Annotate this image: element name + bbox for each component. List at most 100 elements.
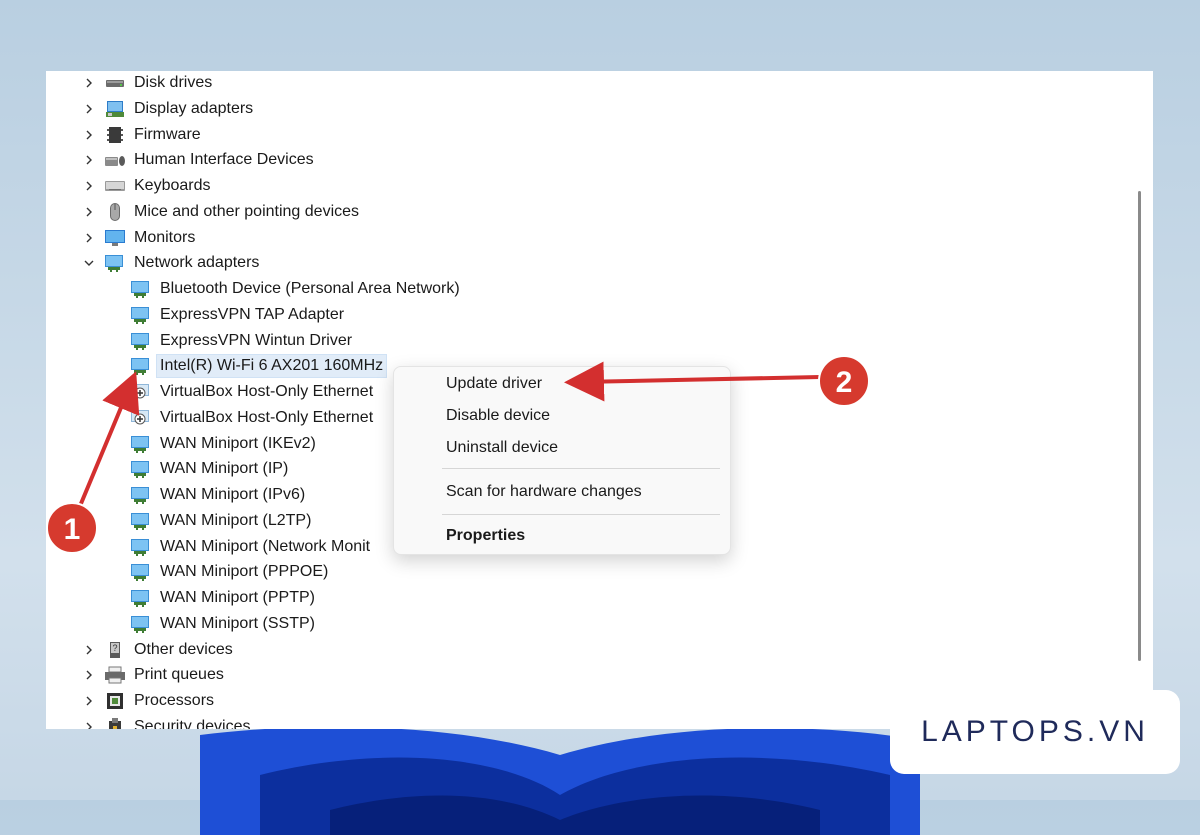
mouse-icon — [104, 202, 126, 222]
chevron-right-icon[interactable] — [82, 128, 96, 142]
network-adapter-icon — [130, 485, 152, 505]
tree-item-label: Intel(R) Wi-Fi 6 AX201 160MHz — [155, 354, 388, 379]
tree-item-label: Processors — [134, 692, 215, 709]
virtualbox-adapter-icon — [130, 382, 152, 402]
menu-item-disable-device[interactable]: Disable device — [446, 407, 550, 425]
tree-device-wan-miniport-ikev2[interactable]: WAN Miniport (IKEv2) — [46, 431, 319, 457]
tree-item-label: WAN Miniport (IP) — [160, 460, 289, 478]
tree-item-label: ExpressVPN Wintun Driver — [160, 331, 353, 349]
network-adapter-icon — [130, 562, 152, 582]
tree-category-monitors[interactable]: Monitors — [46, 225, 198, 251]
monitor-icon — [104, 228, 126, 248]
chevron-right-icon[interactable] — [82, 205, 96, 219]
context-menu: Update driver Disable device Uninstall d… — [393, 366, 731, 555]
tree-item-label: Network adapters — [134, 254, 260, 272]
other-devices-icon: ? — [104, 640, 126, 660]
chevron-right-icon[interactable] — [82, 231, 96, 245]
chevron-right-icon[interactable] — [82, 76, 96, 90]
tree-category-keyboards[interactable]: Keyboards — [46, 173, 214, 199]
tree-item-label: Print queues — [134, 666, 224, 684]
chevron-right-icon[interactable] — [82, 153, 96, 167]
tree-item-label: Display adapters — [134, 99, 254, 117]
svg-text:?: ? — [112, 643, 117, 653]
network-adapter-icon — [130, 588, 152, 608]
tree-category-processors[interactable]: Processors — [46, 688, 217, 714]
tree-item-label: VirtualBox Host-Only Ethernet — [160, 383, 374, 400]
tree-item-label: Firmware — [134, 125, 201, 143]
menu-item-update-driver[interactable]: Update driver — [446, 375, 542, 393]
tree-device-wan-miniport-ipv6[interactable]: WAN Miniport (IPv6) — [46, 482, 308, 508]
firmware-icon — [104, 125, 126, 145]
tree-item-label: WAN Miniport (L2TP) — [160, 511, 312, 529]
chevron-right-icon[interactable] — [82, 720, 96, 729]
chevron-right-icon[interactable] — [82, 694, 96, 708]
menu-item-uninstall-device[interactable]: Uninstall device — [446, 439, 558, 457]
tree-device-wan-miniport-ip[interactable]: WAN Miniport (IP) — [46, 456, 291, 482]
keyboard-icon — [104, 176, 126, 196]
tree-device-intel-r-wi-fi-6-ax201-160mhz[interactable]: Intel(R) Wi-Fi 6 AX201 160MHz — [46, 353, 388, 379]
tree-category-print-queues[interactable]: Print queues — [46, 662, 227, 688]
display-adapter-icon — [104, 99, 126, 119]
disk-drive-icon — [104, 73, 126, 93]
tree-item-label: VirtualBox Host-Only Ethernet — [160, 408, 374, 426]
tree-category-security-devices[interactable]: Security devices — [46, 714, 254, 729]
tree-category-other-devices[interactable]: ? Other devices — [46, 637, 236, 663]
chevron-right-icon[interactable] — [82, 102, 96, 116]
menu-separator — [442, 468, 720, 469]
tree-item-label: Other devices — [134, 640, 233, 658]
tree-item-label: WAN Miniport (Network Monit — [160, 537, 371, 555]
tree-device-wan-miniport-network-monit[interactable]: WAN Miniport (Network Monit — [46, 534, 373, 560]
tree-category-disk-drives[interactable]: Disk drives — [46, 71, 215, 96]
tree-device-wan-miniport-pppoe[interactable]: WAN Miniport (PPPOE) — [46, 559, 331, 585]
tree-category-mice-and-other-pointing-devices[interactable]: Mice and other pointing devices — [46, 199, 362, 225]
tree-item-label: Security devices — [134, 717, 251, 729]
chevron-down-icon[interactable] — [82, 256, 96, 270]
processor-icon — [104, 691, 126, 711]
tree-item-label: WAN Miniport (IPv6) — [160, 486, 306, 503]
tree-category-human-interface-devices[interactable]: Human Interface Devices — [46, 147, 317, 173]
tree-item-label: Keyboards — [134, 177, 211, 194]
network-adapter-icon — [130, 305, 152, 325]
tree-item-label: Human Interface Devices — [134, 151, 314, 169]
tree-item-label: WAN Miniport (PPPOE) — [160, 563, 329, 581]
menu-item-properties[interactable]: Properties — [446, 527, 525, 545]
tree-category-network-adapters[interactable]: Network adapters — [46, 250, 262, 276]
watermark-logo: LAPTOPS.VN — [890, 690, 1180, 774]
virtualbox-adapter-icon — [130, 408, 152, 428]
tree-device-virtualbox-host-only-ethernet[interactable]: VirtualBox Host-Only Ethernet — [46, 379, 376, 405]
hid-icon — [104, 150, 126, 170]
chevron-right-icon[interactable] — [82, 179, 96, 193]
network-adapter-icon — [130, 331, 152, 351]
network-adapter-icon — [130, 614, 152, 634]
tree-category-display-adapters[interactable]: Display adapters — [46, 96, 256, 122]
tree-item-label: Disk drives — [134, 74, 213, 91]
tree-device-expressvpn-tap-adapter[interactable]: ExpressVPN TAP Adapter — [46, 302, 347, 328]
network-adapter-icon — [130, 279, 152, 299]
menu-item-scan-hardware[interactable]: Scan for hardware changes — [446, 483, 642, 501]
tree-device-wan-miniport-pptp[interactable]: WAN Miniport (PPTP) — [46, 585, 318, 611]
watermark-text: LAPTOPS.VN — [921, 715, 1149, 748]
network-adapter-icon — [130, 434, 152, 454]
tree-item-label: ExpressVPN TAP Adapter — [160, 305, 345, 323]
chevron-right-icon[interactable] — [82, 643, 96, 657]
security-device-icon — [104, 717, 126, 729]
tree-device-wan-miniport-sstp[interactable]: WAN Miniport (SSTP) — [46, 611, 318, 637]
network-adapter-icon — [130, 459, 152, 479]
tree-item-label: WAN Miniport (SSTP) — [160, 614, 315, 632]
vertical-scrollbar[interactable] — [1138, 191, 1141, 661]
tree-category-firmware[interactable]: Firmware — [46, 122, 204, 148]
wallpaper-bloom — [200, 715, 920, 835]
network-adapter-icon — [130, 356, 152, 376]
network-adapter-icon — [130, 537, 152, 557]
network-adapter-icon — [104, 253, 126, 273]
tree-item-label: Monitors — [134, 228, 196, 246]
tree-device-expressvpn-wintun-driver[interactable]: ExpressVPN Wintun Driver — [46, 328, 355, 354]
menu-separator — [442, 514, 720, 515]
tree-item-label: WAN Miniport (PPTP) — [160, 589, 315, 606]
chevron-right-icon[interactable] — [82, 668, 96, 682]
tree-device-virtualbox-host-only-ethernet[interactable]: VirtualBox Host-Only Ethernet — [46, 405, 376, 431]
tree-item-label: WAN Miniport (IKEv2) — [160, 434, 316, 452]
printer-icon — [104, 665, 126, 685]
tree-device-bluetooth-device-personal-area-network[interactable]: Bluetooth Device (Personal Area Network) — [46, 276, 463, 302]
tree-device-wan-miniport-l2tp[interactable]: WAN Miniport (L2TP) — [46, 508, 314, 534]
